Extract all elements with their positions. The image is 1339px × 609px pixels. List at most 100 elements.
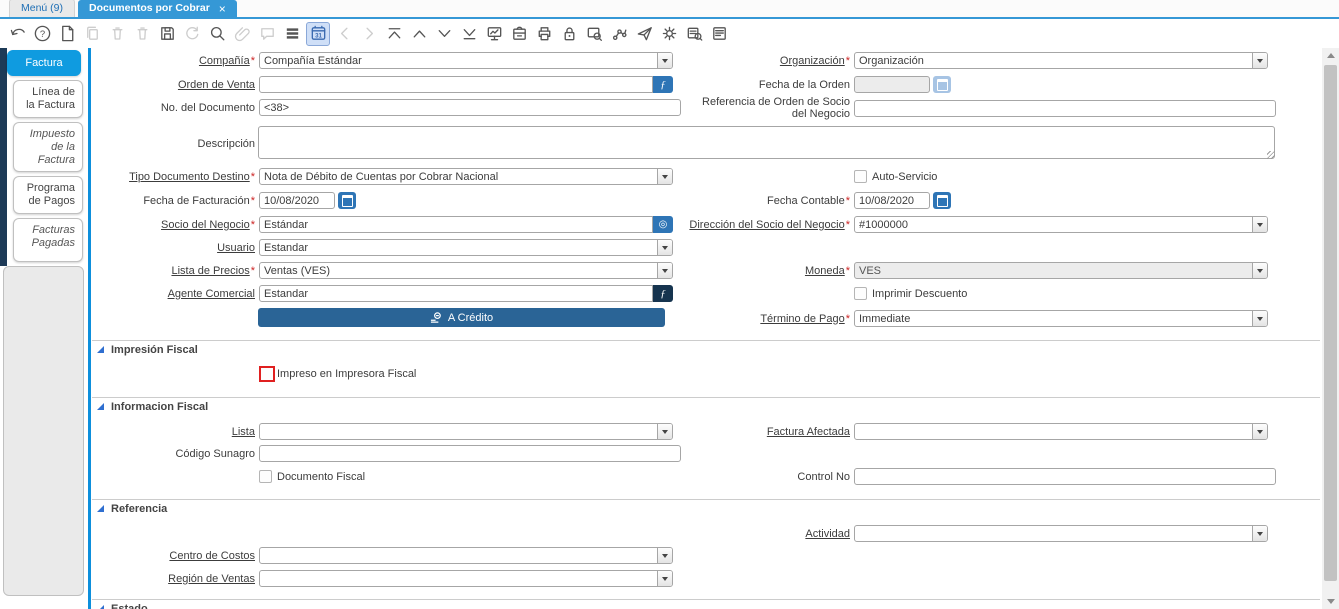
- moneda-label[interactable]: Moneda: [805, 265, 845, 277]
- section-informacion-fiscal[interactable]: Informacion Fiscal: [97, 401, 208, 413]
- control-no-input[interactable]: [854, 468, 1276, 485]
- chevron-down-icon[interactable]: [657, 53, 672, 68]
- socio-negocio-input[interactable]: [259, 216, 653, 233]
- chat-icon[interactable]: [256, 23, 278, 45]
- chevron-down-icon[interactable]: [657, 548, 672, 563]
- usuario-label[interactable]: Usuario: [217, 242, 255, 254]
- chevron-left-icon[interactable]: [333, 23, 355, 45]
- sidebar-tab-facturas-pagadas[interactable]: Facturas Pagadas: [13, 218, 83, 262]
- sidebar-tab-linea-factura[interactable]: Línea de la Factura: [13, 80, 83, 118]
- organizacion-label[interactable]: Organización: [780, 55, 845, 67]
- chevron-down-icon[interactable]: [657, 240, 672, 255]
- scrollbar-thumb[interactable]: [1324, 65, 1337, 581]
- next-record-icon[interactable]: [433, 23, 455, 45]
- grid-toggle-icon[interactable]: [281, 23, 303, 45]
- tipo-documento-combobox[interactable]: Nota de Débito de Cuentas por Cobrar Nac…: [259, 168, 673, 185]
- imprimir-descuento-checkbox[interactable]: [854, 287, 867, 300]
- print-icon[interactable]: [533, 23, 555, 45]
- agente-comercial-label[interactable]: Agente Comercial: [168, 288, 255, 300]
- copy-record-icon[interactable]: [81, 23, 103, 45]
- help-icon[interactable]: ?: [31, 23, 53, 45]
- chevron-down-icon[interactable]: [657, 424, 672, 439]
- scroll-up-icon[interactable]: [1322, 48, 1339, 63]
- actividad-combobox[interactable]: [854, 525, 1268, 542]
- attachment-icon[interactable]: [231, 23, 253, 45]
- codigo-sunagro-input[interactable]: [259, 445, 681, 462]
- lista-precios-combobox[interactable]: Ventas (VES): [259, 262, 673, 279]
- centro-costos-combobox[interactable]: [259, 547, 673, 564]
- usuario-combobox[interactable]: Estandar: [259, 239, 673, 256]
- send-icon[interactable]: [633, 23, 655, 45]
- chevron-down-icon[interactable]: [657, 169, 672, 184]
- chevron-down-icon[interactable]: [1252, 263, 1267, 278]
- sidebar-tab-programa-pagos[interactable]: Programa de Pagos: [13, 176, 83, 214]
- undo-icon[interactable]: [6, 23, 28, 45]
- workflow-icon[interactable]: [608, 23, 630, 45]
- compania-label[interactable]: Compañía: [199, 55, 250, 67]
- calendar-picker-icon[interactable]: [933, 76, 951, 93]
- delete-selection-icon[interactable]: [131, 23, 153, 45]
- lista-precios-label[interactable]: Lista de Precios: [171, 265, 249, 277]
- resize-grip-icon[interactable]: [1267, 151, 1275, 159]
- chevron-down-icon[interactable]: [1252, 526, 1267, 541]
- section-referencia[interactable]: Referencia: [97, 503, 167, 515]
- vertical-scrollbar[interactable]: [1322, 48, 1339, 609]
- region-ventas-label[interactable]: Región de Ventas: [168, 573, 255, 585]
- lista-label[interactable]: Lista: [232, 426, 255, 438]
- delete-record-icon[interactable]: [106, 23, 128, 45]
- direccion-socio-combobox[interactable]: #1000000: [854, 216, 1268, 233]
- tab-menu[interactable]: Menú (9): [9, 0, 76, 17]
- documento-fiscal-checkbox[interactable]: [259, 470, 272, 483]
- sidebar-tab-factura[interactable]: Factura: [7, 50, 81, 76]
- region-ventas-combobox[interactable]: [259, 570, 673, 587]
- fecha-facturacion-input[interactable]: [259, 192, 335, 209]
- tab-documentos-por-cobrar[interactable]: Documentos por Cobrar ×: [78, 0, 237, 17]
- orden-venta-label[interactable]: Orden de Venta: [178, 79, 255, 91]
- termino-pago-combobox[interactable]: Immediate: [854, 310, 1268, 327]
- preferences-icon[interactable]: [658, 23, 680, 45]
- chevron-down-icon[interactable]: [1252, 53, 1267, 68]
- compania-combobox[interactable]: Compañía Estándar: [259, 52, 673, 69]
- chevron-right-icon[interactable]: [358, 23, 380, 45]
- factura-afectada-label[interactable]: Factura Afectada: [767, 426, 850, 438]
- termino-pago-label[interactable]: Término de Pago: [760, 313, 844, 325]
- calendar-picker-icon[interactable]: [933, 192, 951, 209]
- scroll-down-icon[interactable]: [1322, 594, 1339, 609]
- fecha-contable-input[interactable]: [854, 192, 930, 209]
- last-record-icon[interactable]: [458, 23, 480, 45]
- chart-icon[interactable]: [483, 23, 505, 45]
- orden-venta-input[interactable]: [259, 76, 653, 93]
- moneda-combobox[interactable]: VES: [854, 262, 1268, 279]
- sidebar-tab-impuesto-factura[interactable]: Impuesto de la Factura: [13, 122, 83, 172]
- refresh-icon[interactable]: [181, 23, 203, 45]
- first-record-icon[interactable]: [383, 23, 405, 45]
- new-record-icon[interactable]: [56, 23, 78, 45]
- archive-icon[interactable]: [508, 23, 530, 45]
- factura-afectada-combobox[interactable]: [854, 423, 1268, 440]
- orden-venta-zoom-button[interactable]: ƒ: [653, 76, 673, 93]
- no-documento-input[interactable]: [259, 99, 681, 116]
- tipo-documento-label[interactable]: Tipo Documento Destino: [129, 171, 250, 183]
- report-icon[interactable]: [683, 23, 705, 45]
- agente-comercial-input[interactable]: [259, 285, 653, 302]
- lock-icon[interactable]: [558, 23, 580, 45]
- descripcion-textarea[interactable]: [258, 126, 1275, 159]
- chevron-down-icon[interactable]: [657, 571, 672, 586]
- socio-negocio-label[interactable]: Socio del Negocio: [161, 219, 250, 231]
- close-icon[interactable]: ×: [219, 3, 226, 15]
- section-impresion-fiscal[interactable]: Impresión Fiscal: [97, 344, 198, 356]
- agente-comercial-zoom-button[interactable]: ƒ: [653, 285, 673, 302]
- impreso-impresora-fiscal-checkbox[interactable]: [259, 365, 275, 382]
- lista-combobox[interactable]: [259, 423, 673, 440]
- chevron-down-icon[interactable]: [1252, 311, 1267, 326]
- fecha-orden-input[interactable]: [854, 76, 930, 93]
- chevron-down-icon[interactable]: [1252, 217, 1267, 232]
- calendar-icon[interactable]: 31: [306, 21, 330, 46]
- record-info-icon[interactable]: [583, 23, 605, 45]
- chevron-down-icon[interactable]: [1252, 424, 1267, 439]
- find-icon[interactable]: [206, 23, 228, 45]
- organizacion-combobox[interactable]: Organización: [854, 52, 1268, 69]
- previous-record-icon[interactable]: [408, 23, 430, 45]
- socio-negocio-info-button[interactable]: ◎: [653, 216, 673, 233]
- actividad-label[interactable]: Actividad: [805, 528, 850, 540]
